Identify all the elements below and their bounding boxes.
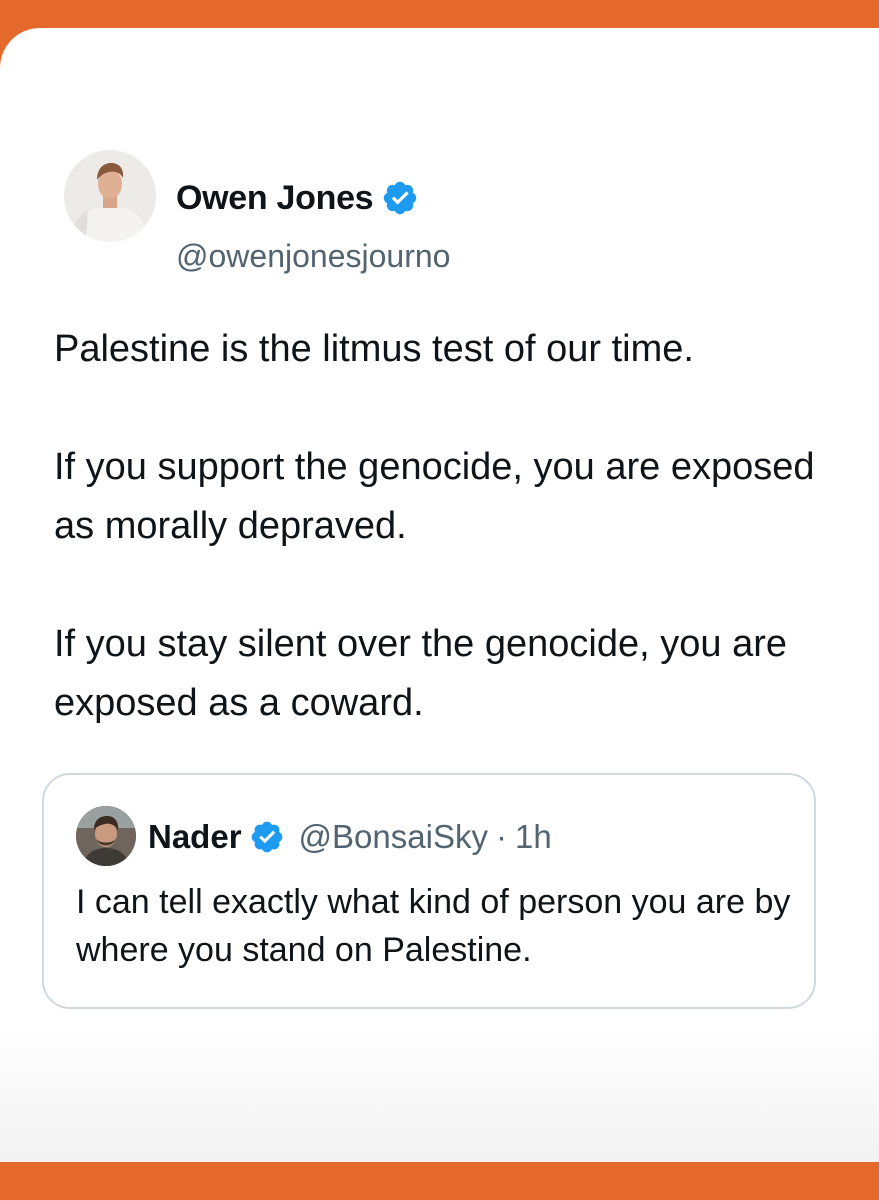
profile-photo-icon	[76, 806, 136, 866]
quoted-author-display-name[interactable]: Nader	[148, 818, 242, 856]
quoted-tweet-body: I can tell exactly what kind of person y…	[76, 883, 791, 969]
quoted-author-avatar[interactable]	[76, 806, 136, 866]
quoted-tweet[interactable]: Nader @BonsaiSky · 1h I can tell exactly…	[42, 773, 816, 1009]
bottom-frame-bar	[0, 1162, 879, 1200]
quoted-author-handle[interactable]: @BonsaiSky	[299, 818, 488, 856]
separator-dot: ·	[495, 818, 507, 855]
tweet-paragraph: Palestine is the litmus test of our time…	[54, 328, 694, 370]
tweet-paragraph: If you support the genocide, you are exp…	[54, 446, 815, 547]
quoted-tweet-timestamp[interactable]: 1h	[515, 818, 552, 856]
author-display-name[interactable]: Owen Jones	[176, 178, 374, 218]
tweet-body: Palestine is the litmus test of our time…	[54, 320, 844, 733]
author-handle[interactable]: @owenjonesjourno	[176, 236, 450, 276]
tweet-paragraph: If you stay silent over the genocide, yo…	[54, 623, 787, 724]
author-name-row: Owen Jones	[176, 178, 419, 218]
author-avatar[interactable]	[64, 150, 156, 242]
top-frame-bar	[0, 0, 879, 28]
verified-badge-icon	[384, 181, 417, 215]
verified-badge-icon	[251, 821, 282, 853]
profile-photo-icon	[64, 150, 156, 242]
quoted-tweet-header: Nader @BonsaiSky · 1h	[148, 815, 552, 859]
